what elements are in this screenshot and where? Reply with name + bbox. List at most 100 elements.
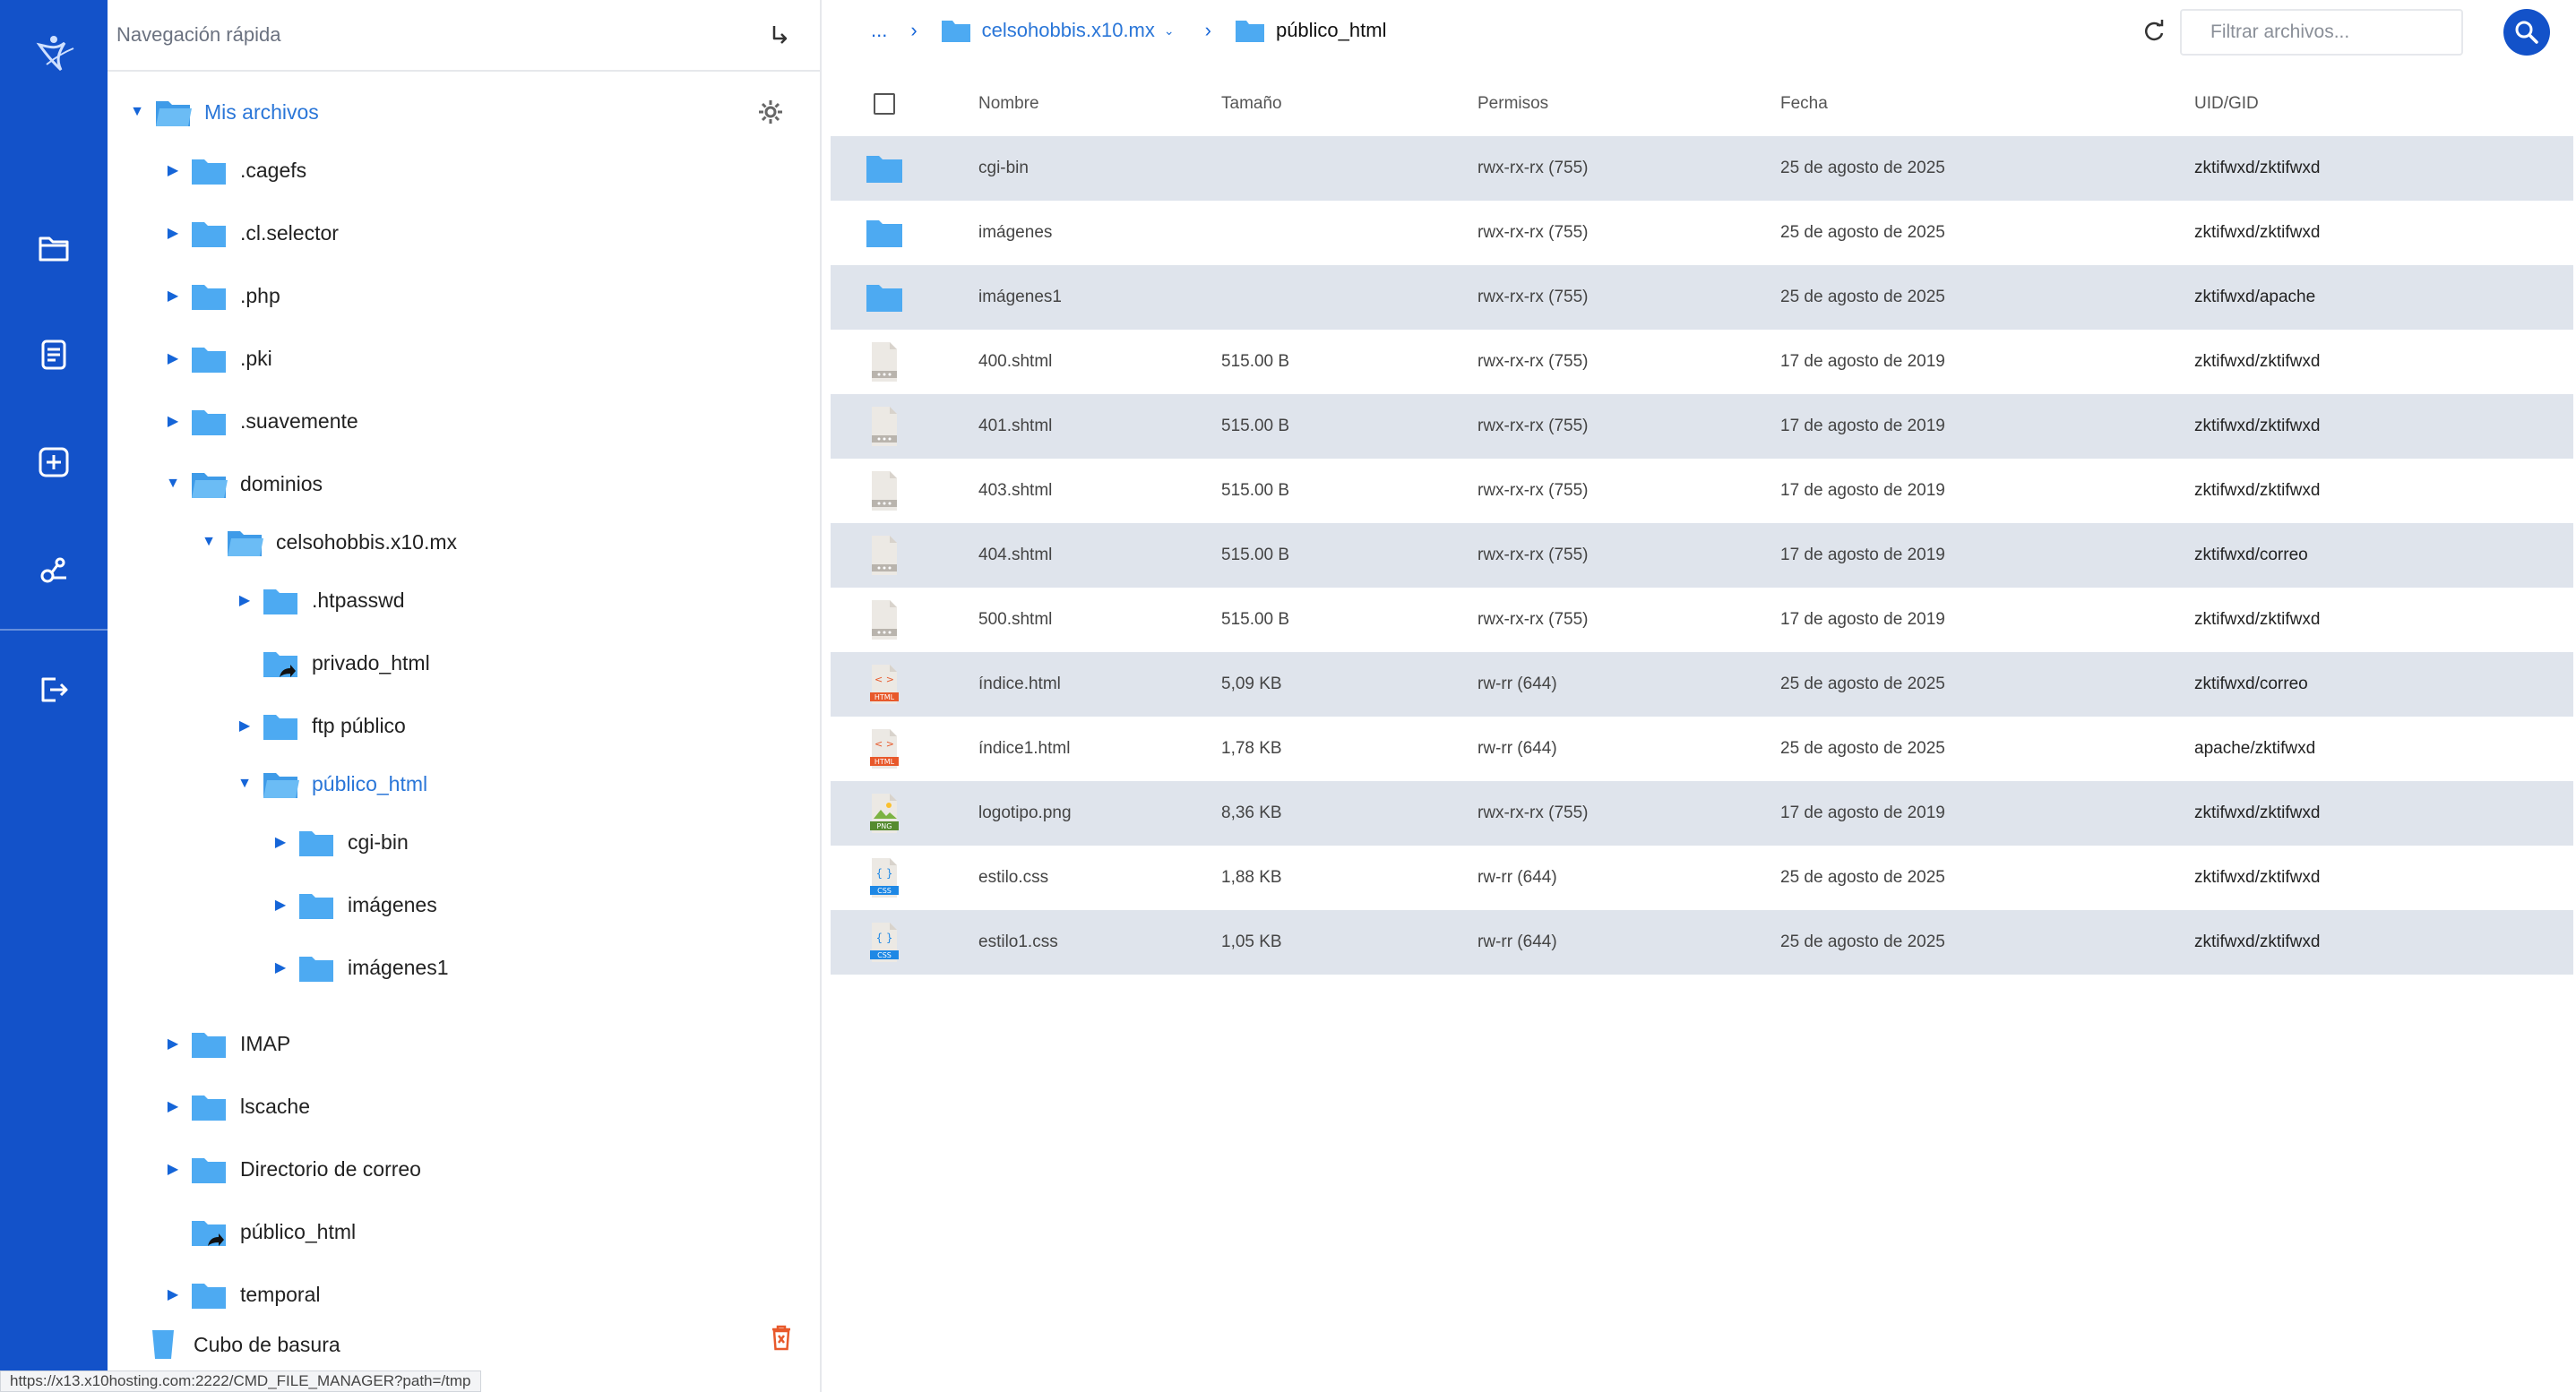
table-row[interactable]: < > HTML índice.html 5,09 KB rw-rr (644) 25 d… <box>831 652 2573 717</box>
tree-item[interactable]: ▶ .cl.selector <box>161 211 339 255</box>
tree-item-label: .cl.selector <box>240 220 339 245</box>
rail-divider <box>0 629 108 631</box>
header-permissions[interactable]: Permisos <box>1478 94 1780 114</box>
filter-files-input[interactable] <box>2209 21 2455 44</box>
quick-navigation-input[interactable] <box>116 23 766 47</box>
file-size: 515.00 B <box>1221 610 1290 629</box>
table-row[interactable]: < > HTML índice1.html 1,78 KB rw-rr (644) 25 … <box>831 717 2573 781</box>
app-logo-icon[interactable] <box>29 27 79 77</box>
editor-nav-button[interactable] <box>0 301 108 408</box>
create-nav-button[interactable] <box>0 408 108 516</box>
folder-icon <box>192 285 226 310</box>
tree-item[interactable]: ▶ lscache <box>161 1084 310 1129</box>
select-all-checkbox[interactable] <box>874 93 895 115</box>
header-uid-gid[interactable]: UID/GID <box>2194 94 2573 114</box>
chevron-down-icon[interactable]: ⌄ <box>1164 23 1175 39</box>
collapsed-caret-icon[interactable]: ▶ <box>161 1035 185 1053</box>
search-button[interactable] <box>2503 9 2550 56</box>
tree-item[interactable]: ▶ temporal <box>161 1272 320 1317</box>
empty-trash-icon[interactable] <box>770 1324 793 1351</box>
tree-item[interactable]: ▶ .suavemente <box>161 399 358 443</box>
tree-item[interactable]: ▶ cgi-bin <box>269 820 409 864</box>
collapsed-caret-icon[interactable]: ▶ <box>269 896 292 914</box>
trash-bin-icon <box>152 1330 174 1359</box>
table-row[interactable]: PNG logotipo.png 8,36 KB rwx-rx-rx (755) 17 … <box>831 781 2573 846</box>
collapsed-caret-icon[interactable]: ▶ <box>233 717 256 735</box>
tree-item[interactable]: ▶ ftp público <box>233 703 406 748</box>
expanded-caret-icon[interactable]: ▼ <box>233 776 256 792</box>
table-row[interactable]: 400.shtml 515.00 B rwx-rx-rx (755) 17 de ag… <box>831 330 2573 394</box>
collapsed-caret-icon[interactable]: ▶ <box>161 1160 185 1178</box>
tree-root-label: Mis archivos <box>204 99 319 124</box>
table-row[interactable]: imágenes rwx-rx-rx (755) 25 de agosto de 2… <box>831 201 2573 265</box>
collapsed-caret-icon[interactable]: ▶ <box>161 412 185 430</box>
table-row[interactable]: 403.shtml 515.00 B rwx-rx-rx (755) 17 de ag… <box>831 459 2573 523</box>
css-file-icon: { } CSS <box>870 858 899 898</box>
expanded-caret-icon[interactable]: ▼ <box>125 104 149 120</box>
collapsed-caret-icon[interactable]: ▶ <box>161 287 185 305</box>
tree-item[interactable]: ▶ .cagefs <box>161 148 306 193</box>
tree-root-my-files[interactable]: ▼ Mis archivos <box>125 90 319 134</box>
header-name[interactable]: Nombre <box>938 94 1221 114</box>
tree-item[interactable]: público_html <box>161 1209 356 1254</box>
file-manager-nav-button[interactable] <box>0 193 108 301</box>
row-icon-cell <box>831 534 938 577</box>
expanded-caret-icon[interactable]: ▼ <box>197 534 220 550</box>
svg-text:HTML: HTML <box>874 758 895 766</box>
file-date: 17 de agosto de 2019 <box>1780 417 1945 435</box>
tree-item[interactable]: privado_html <box>233 640 430 685</box>
breadcrumb-parent[interactable]: celsohobbis.x10.mx <box>982 19 1155 42</box>
go-arrow-icon[interactable] <box>766 21 793 48</box>
header-size[interactable]: Tamaño <box>1221 94 1478 114</box>
header-date[interactable]: Fecha <box>1780 94 2194 114</box>
tree-item[interactable]: ▶ imágenes1 <box>269 945 449 990</box>
table-row[interactable]: 500.shtml 515.00 B rwx-rx-rx (755) 17 de ag… <box>831 588 2573 652</box>
file-table: Nombre Tamaño Permisos Fecha UID/GID cgi… <box>831 72 2573 975</box>
collapsed-caret-icon[interactable]: ▶ <box>233 591 256 609</box>
tree-item[interactable]: ▼ dominios <box>161 461 323 506</box>
breadcrumb: ... › celsohobbis.x10.mx ⌄ › público_htm… <box>871 18 1386 43</box>
file-size: 1,88 KB <box>1221 868 1282 887</box>
tree-item[interactable]: ▶ .pki <box>161 336 272 381</box>
generic-file-icon <box>872 600 897 640</box>
expanded-caret-icon[interactable]: ▼ <box>161 476 185 492</box>
folder-icon <box>263 589 297 614</box>
table-row[interactable]: { } CSS estilo1.css 1,05 KB rw-rr (644) 25 de… <box>831 910 2573 975</box>
collapsed-caret-icon[interactable]: ▶ <box>161 1285 185 1303</box>
file-uid-gid: zktifwxd/zktifwxd <box>2194 932 2321 951</box>
tree-item[interactable]: ▶ imágenes <box>269 882 437 927</box>
row-icon-cell <box>831 598 938 641</box>
table-row[interactable]: 401.shtml 515.00 B rwx-rx-rx (755) 17 de ag… <box>831 394 2573 459</box>
collapsed-caret-icon[interactable]: ▶ <box>161 161 185 179</box>
tree-item[interactable]: ▶ IMAP <box>161 1021 290 1066</box>
breadcrumb-ellipsis[interactable]: ... <box>871 19 887 42</box>
collapsed-caret-icon[interactable]: ▶ <box>269 958 292 976</box>
tree-item-label: cgi-bin <box>348 829 409 854</box>
collapsed-caret-icon[interactable]: ▶ <box>161 224 185 242</box>
collapsed-caret-icon[interactable]: ▶ <box>161 1097 185 1115</box>
tree-item[interactable]: ▶ .htpasswd <box>233 578 405 623</box>
tree-item[interactable]: ▶ .php <box>161 273 280 318</box>
tree-item[interactable]: ▼ celsohobbis.x10.mx <box>197 520 457 564</box>
tree-item[interactable]: ▼ público_html <box>233 761 427 806</box>
chevron-right-icon: › <box>1204 19 1211 41</box>
logout-nav-button[interactable] <box>0 636 108 743</box>
svg-text:{ }: { } <box>875 932 892 944</box>
settings-gear-icon[interactable] <box>757 99 784 125</box>
svg-text:< >: < > <box>874 738 894 750</box>
folder-icon <box>192 410 226 435</box>
file-date: 17 de agosto de 2019 <box>1780 803 1945 822</box>
tree-item[interactable]: ▶ Directorio de correo <box>161 1147 421 1191</box>
tree-trash[interactable]: Cubo de basura <box>143 1322 340 1367</box>
table-row[interactable]: cgi-bin rwx-rx-rx (755) 25 de agosto de 20… <box>831 136 2573 201</box>
file-permissions: rwx-rx-rx (755) <box>1478 610 1589 629</box>
table-row[interactable]: 404.shtml 515.00 B rwx-rx-rx (755) 17 de ag… <box>831 523 2573 588</box>
table-row[interactable]: imágenes1 rwx-rx-rx (755) 25 de agosto de … <box>831 265 2573 330</box>
collapsed-caret-icon[interactable]: ▶ <box>269 833 292 851</box>
table-row[interactable]: { } CSS estilo.css 1,88 KB rw-rr (644) 25 de … <box>831 846 2573 910</box>
connections-nav-button[interactable] <box>0 516 108 623</box>
search-icon <box>2515 21 2538 44</box>
collapsed-caret-icon[interactable]: ▶ <box>161 349 185 367</box>
folder-open-icon <box>228 531 263 556</box>
refresh-icon[interactable] <box>2139 16 2169 47</box>
